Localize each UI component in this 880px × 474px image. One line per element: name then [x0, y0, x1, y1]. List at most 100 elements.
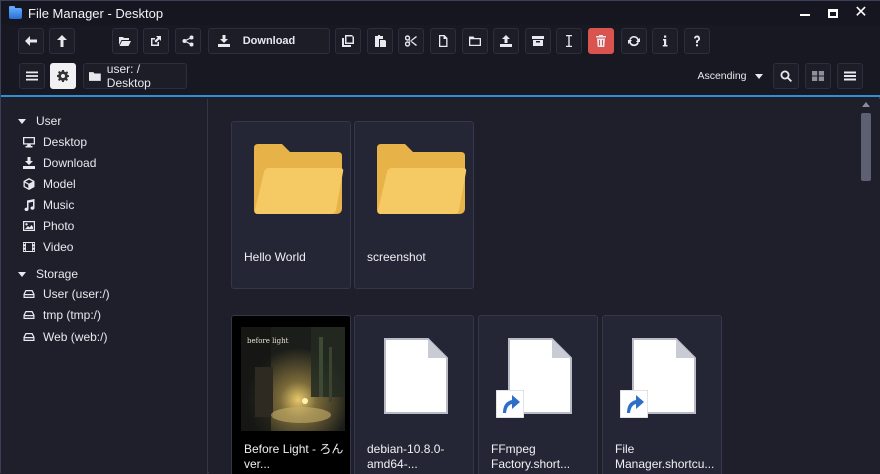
search-button[interactable] [773, 63, 799, 89]
vertical-scrollbar[interactable] [859, 99, 873, 474]
minimize-button[interactable] [791, 1, 819, 25]
drive-icon [23, 333, 35, 341]
sidebar-item-music[interactable]: Music [23, 195, 74, 215]
file-name-line2: Manager.shortcu... [615, 457, 715, 471]
film-icon [23, 242, 35, 252]
file-name: screenshot [367, 250, 426, 264]
back-button[interactable] [18, 28, 44, 54]
file-tile-ffmpeg-shortcut[interactable]: FFmpeg Factory.short... [478, 315, 598, 474]
shortcut-arrow-icon [496, 390, 524, 418]
scroll-up-arrow-icon[interactable] [862, 102, 870, 107]
chevron-down-icon [754, 73, 763, 79]
sidebar-group-label: Storage [36, 267, 79, 281]
file-name: FFmpeg Factory.short... [491, 442, 570, 472]
cut-button[interactable] [398, 28, 424, 54]
settings-button[interactable] [50, 63, 76, 89]
list-view-button[interactable] [837, 63, 863, 89]
file-tile-screenshot[interactable]: screenshot [354, 121, 474, 289]
up-button[interactable] [49, 28, 75, 54]
refresh-button[interactable] [621, 28, 647, 54]
minimize-icon [800, 14, 810, 16]
info-button[interactable] [652, 28, 678, 54]
file-name: File Manager.shortcu... [615, 442, 714, 472]
grid-view-button[interactable] [805, 63, 831, 89]
sidebar-item-photo[interactable]: Photo [23, 216, 74, 236]
refresh-icon [628, 35, 640, 47]
maximize-button[interactable] [819, 1, 847, 25]
list-icon [844, 71, 856, 81]
upload-button[interactable] [493, 28, 519, 54]
file-tile-hello-world[interactable]: Hello World [231, 121, 351, 289]
caret-down-icon [18, 271, 26, 277]
folder-icon [89, 71, 101, 81]
desktop-icon [23, 137, 35, 148]
navigation-bar: user: / Desktop Ascending [1, 57, 880, 97]
file-name-line1: Before Light - ろん [244, 442, 344, 456]
new-folder-icon [469, 36, 481, 46]
folder-icon [377, 144, 467, 214]
gear-icon [57, 70, 69, 82]
sidebar-item-download[interactable]: Download [23, 153, 96, 173]
sidebar-item-desktop[interactable]: Desktop [23, 132, 87, 152]
window-title: File Manager - Desktop [28, 5, 164, 21]
open-button[interactable] [112, 28, 138, 54]
sidebar-item-label: Web (web:/) [43, 330, 108, 344]
download-icon [23, 157, 35, 169]
sidebar-item-web-storage[interactable]: Web (web:/) [23, 327, 107, 347]
new-folder-button[interactable] [462, 28, 488, 54]
download-icon [218, 35, 230, 47]
paste-button[interactable] [367, 28, 393, 54]
copy-button[interactable] [335, 28, 361, 54]
window-controls: ✕ [791, 1, 875, 25]
sidebar-item-label: Photo [43, 219, 75, 233]
help-button[interactable] [684, 28, 710, 54]
file-name-line1: File [615, 442, 635, 456]
file-name: Hello World [244, 250, 306, 264]
app-folder-icon [9, 5, 22, 19]
sidebar: User Desktop Download Model Music Photo … [1, 99, 208, 474]
file-tile-debian[interactable]: debian-10.8.0- amd64-... [354, 315, 474, 474]
file-name-line2: Factory.short... [491, 457, 571, 471]
sidebar-item-model[interactable]: Model [23, 174, 76, 194]
album-art-thumbnail: before light [241, 327, 345, 431]
cube-icon [23, 178, 35, 190]
download-button[interactable]: Download [208, 28, 330, 54]
archive-button[interactable] [525, 28, 551, 54]
file-tile-before-light[interactable]: before light Before Light - ろん ver... [231, 315, 351, 474]
scissors-icon [405, 35, 417, 47]
download-label: Download [242, 35, 296, 47]
file-grid: Hello World screenshot before light Befo… [209, 99, 859, 474]
sidebar-group-user[interactable]: User [18, 114, 61, 128]
sidebar-toggle-button[interactable] [19, 63, 45, 89]
close-icon: ✕ [854, 4, 868, 21]
thumbnail-text: before light [247, 337, 289, 345]
file-tile-file-manager-shortcut[interactable]: File Manager.shortcu... [602, 315, 722, 474]
scrollbar-thumb[interactable] [861, 113, 871, 181]
sidebar-item-label: User (user:/) [43, 287, 110, 301]
new-file-icon [439, 35, 448, 47]
shortcut-arrow-icon [620, 390, 648, 418]
breadcrumb[interactable]: user: / Desktop [83, 62, 187, 90]
folder-open-icon [119, 37, 131, 46]
sidebar-group-storage[interactable]: Storage [18, 267, 78, 281]
close-button[interactable]: ✕ [847, 1, 875, 25]
new-file-button[interactable] [430, 28, 456, 54]
file-name: debian-10.8.0- amd64-... [367, 442, 444, 472]
delete-button[interactable] [588, 28, 614, 54]
sidebar-item-tmp-storage[interactable]: tmp (tmp:/) [23, 305, 101, 325]
file-manager-window: File Manager - Desktop ✕ Download user: … [0, 0, 880, 474]
sort-order-dropdown[interactable]: Ascending [691, 63, 769, 89]
drive-icon [23, 311, 35, 319]
sidebar-item-user-storage[interactable]: User (user:/) [23, 284, 110, 304]
drive-icon [23, 290, 35, 298]
sidebar-item-label: Video [43, 240, 74, 254]
upload-icon [500, 35, 512, 47]
grid-icon [812, 71, 824, 81]
rename-button[interactable] [556, 28, 582, 54]
share-button[interactable] [175, 28, 201, 54]
archive-icon [532, 36, 544, 46]
open-external-button[interactable] [143, 28, 169, 54]
sidebar-item-video[interactable]: Video [23, 237, 73, 257]
file-name: Before Light - ろん ver... [244, 442, 343, 472]
share-icon [182, 35, 194, 47]
